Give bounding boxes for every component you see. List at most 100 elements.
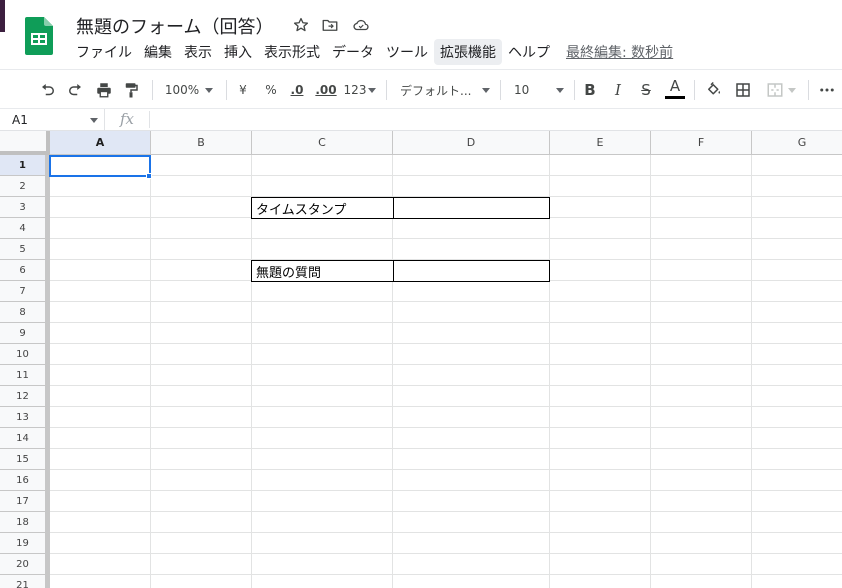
document-title[interactable]: 無題のフォーム（回答） (76, 13, 273, 39)
cell-c6[interactable]: 無題の質問 (251, 260, 394, 282)
borders-icon[interactable] (732, 77, 754, 103)
text-color-swatch (665, 96, 685, 99)
row-header-15[interactable]: 15 (0, 449, 46, 470)
menu-insert[interactable]: 挿入 (218, 39, 258, 65)
gridline (50, 364, 842, 365)
percent-button[interactable]: % (261, 77, 281, 103)
column-header-d[interactable]: D (393, 131, 550, 155)
redo-icon[interactable] (64, 77, 86, 103)
gridline (50, 406, 842, 407)
row-header-5[interactable]: 5 (0, 239, 46, 260)
font-size-select[interactable]: 10 (508, 77, 566, 103)
gridline (50, 469, 842, 470)
toolbar-divider (386, 80, 387, 100)
gridline (50, 532, 842, 533)
font-family-value: デフォルト... (400, 83, 472, 98)
undo-icon[interactable] (37, 77, 59, 103)
text-color-button[interactable]: A (664, 77, 686, 103)
toolbar-divider (500, 80, 501, 100)
toolbar: 100% ¥ % .0 .00 123 デフォルト... 10 B I S A (0, 69, 842, 109)
toolbar-divider (574, 80, 575, 100)
row-header-20[interactable]: 20 (0, 554, 46, 575)
strikethrough-button[interactable]: S (636, 77, 656, 103)
row-header-12[interactable]: 12 (0, 386, 46, 407)
row-header-edge (46, 155, 50, 588)
cell-d3[interactable] (393, 197, 550, 219)
menu-edit[interactable]: 編集 (138, 39, 178, 65)
row-header-16[interactable]: 16 (0, 470, 46, 491)
move-folder-icon[interactable] (320, 15, 340, 35)
italic-button[interactable]: I (608, 77, 628, 103)
gridline (50, 238, 842, 239)
gridline (251, 155, 252, 588)
formula-bar: A1 fx (0, 109, 842, 131)
select-all-corner[interactable] (0, 131, 50, 155)
print-icon[interactable] (93, 77, 115, 103)
gridline (751, 155, 752, 588)
cell-d6[interactable] (393, 260, 550, 282)
row-header-8[interactable]: 8 (0, 302, 46, 323)
row-header-14[interactable]: 14 (0, 428, 46, 449)
gridline (549, 155, 550, 588)
cloud-saved-icon[interactable] (351, 15, 371, 35)
toolbar-divider (152, 80, 153, 100)
decrease-decimal-button[interactable]: .0 (286, 77, 308, 103)
more-icon[interactable] (816, 77, 838, 103)
fx-icon: fx (120, 110, 135, 128)
row-header-13[interactable]: 13 (0, 407, 46, 428)
cell-c3[interactable]: タイムスタンプ (251, 197, 394, 219)
menu-data[interactable]: データ (326, 39, 380, 65)
font-family-select[interactable]: デフォルト... (396, 77, 492, 103)
row-header-1[interactable]: 1 (0, 155, 46, 176)
chevron-down-icon (90, 118, 98, 123)
menu-format[interactable]: 表示形式 (258, 39, 326, 65)
row-header-10[interactable]: 10 (0, 344, 46, 365)
fill-color-icon[interactable] (703, 77, 725, 103)
column-header-b[interactable]: B (151, 131, 252, 155)
row-header-3[interactable]: 3 (0, 197, 46, 218)
gridline (50, 490, 842, 491)
last-edit-link[interactable]: 最終編集: 数秒前 (566, 42, 673, 62)
column-header-f[interactable]: F (651, 131, 752, 155)
gridline (392, 155, 393, 588)
number-format-label: 123 (343, 83, 367, 97)
column-header-c[interactable]: C (252, 131, 393, 155)
row-header-11[interactable]: 11 (0, 365, 46, 386)
toolbar-divider (694, 80, 695, 100)
formula-divider (149, 111, 150, 128)
gridline (50, 301, 842, 302)
menu-help[interactable]: ヘルプ (502, 39, 556, 65)
increase-decimal-button[interactable]: .00 (313, 77, 339, 103)
zoom-select[interactable]: 100% (160, 77, 218, 103)
row-header-19[interactable]: 19 (0, 533, 46, 554)
gridline (650, 155, 651, 588)
column-header-e[interactable]: E (550, 131, 651, 155)
number-format-select[interactable]: 123 (342, 77, 378, 103)
formula-input[interactable] (155, 109, 835, 130)
selected-cell-a1[interactable] (49, 155, 151, 177)
row-header-9[interactable]: 9 (0, 323, 46, 344)
name-box[interactable]: A1 (0, 109, 105, 130)
fill-handle[interactable] (146, 173, 152, 179)
paint-format-icon[interactable] (120, 77, 142, 103)
gridline (50, 385, 842, 386)
row-header-21[interactable]: 21 (0, 575, 46, 588)
bold-button[interactable]: B (580, 77, 600, 103)
window-edge (0, 0, 5, 32)
column-header-g[interactable]: G (752, 131, 842, 155)
row-header-4[interactable]: 4 (0, 218, 46, 239)
sheets-logo-icon[interactable] (25, 17, 53, 55)
menu-file[interactable]: ファイル (70, 39, 138, 65)
row-header-7[interactable]: 7 (0, 281, 46, 302)
menu-tools[interactable]: ツール (380, 39, 434, 65)
column-header-a[interactable]: A (50, 131, 151, 155)
merge-cells-icon[interactable] (761, 77, 801, 103)
row-header-18[interactable]: 18 (0, 512, 46, 533)
row-header-2[interactable]: 2 (0, 176, 46, 197)
menu-extensions[interactable]: 拡張機能 (434, 39, 502, 65)
currency-button[interactable]: ¥ (233, 77, 253, 103)
star-icon[interactable] (291, 15, 311, 35)
menu-view[interactable]: 表示 (178, 39, 218, 65)
row-header-17[interactable]: 17 (0, 491, 46, 512)
row-header-6[interactable]: 6 (0, 260, 46, 281)
